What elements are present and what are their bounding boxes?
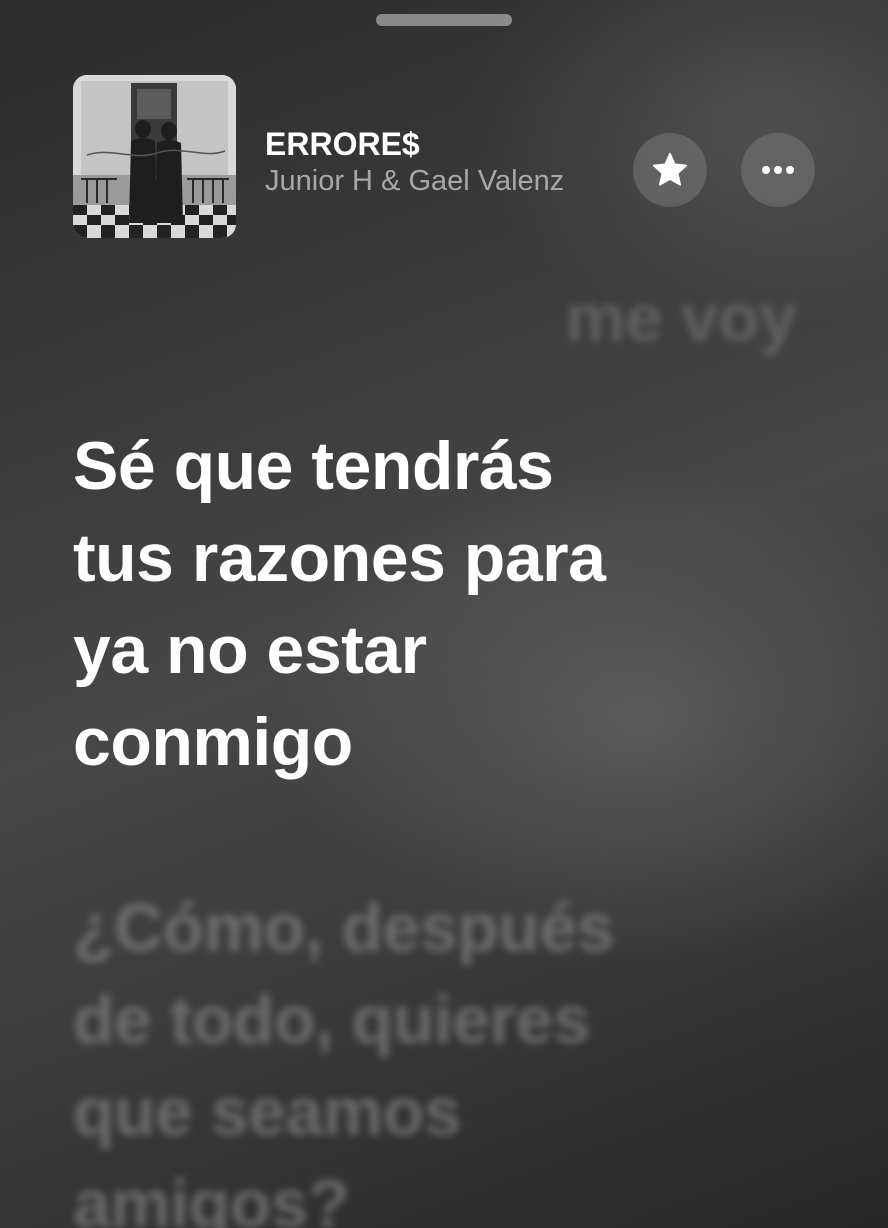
now-playing-header: ERRORE$ Junior H & Gael Valenz [73, 75, 833, 238]
lyric-text-line: de todo, quieres [73, 982, 591, 1058]
track-info[interactable]: ERRORE$ Junior H & Gael Valenz [265, 125, 615, 199]
lyric-text-line: ya no estar [73, 612, 427, 688]
lyric-text-line: amigos? [73, 1166, 350, 1228]
star-icon [652, 152, 688, 186]
lyric-text-line: Sé que tendrás [73, 428, 554, 504]
album-artwork[interactable] [73, 75, 236, 238]
lyric-line-previous[interactable]: me voy [565, 272, 797, 364]
ellipsis-icon [762, 166, 794, 174]
sheet-grabber[interactable] [376, 14, 512, 26]
lyric-text-line: ¿Cómo, después [73, 890, 614, 966]
more-options-button[interactable] [741, 133, 815, 207]
track-artist: Junior H & Gael Valenz [265, 165, 565, 197]
lyric-text-line: tus razones para [73, 520, 606, 596]
lyric-line-current[interactable]: Sé que tendrás tus razones para ya no es… [73, 420, 793, 788]
favorite-button[interactable] [633, 133, 707, 207]
lyric-text-line: conmigo [73, 704, 353, 780]
track-title: ERRORE$ [265, 126, 420, 162]
lyric-line-next[interactable]: ¿Cómo, después de todo, quieres que seam… [73, 882, 793, 1228]
lyric-text-line: que seamos [73, 1074, 462, 1150]
